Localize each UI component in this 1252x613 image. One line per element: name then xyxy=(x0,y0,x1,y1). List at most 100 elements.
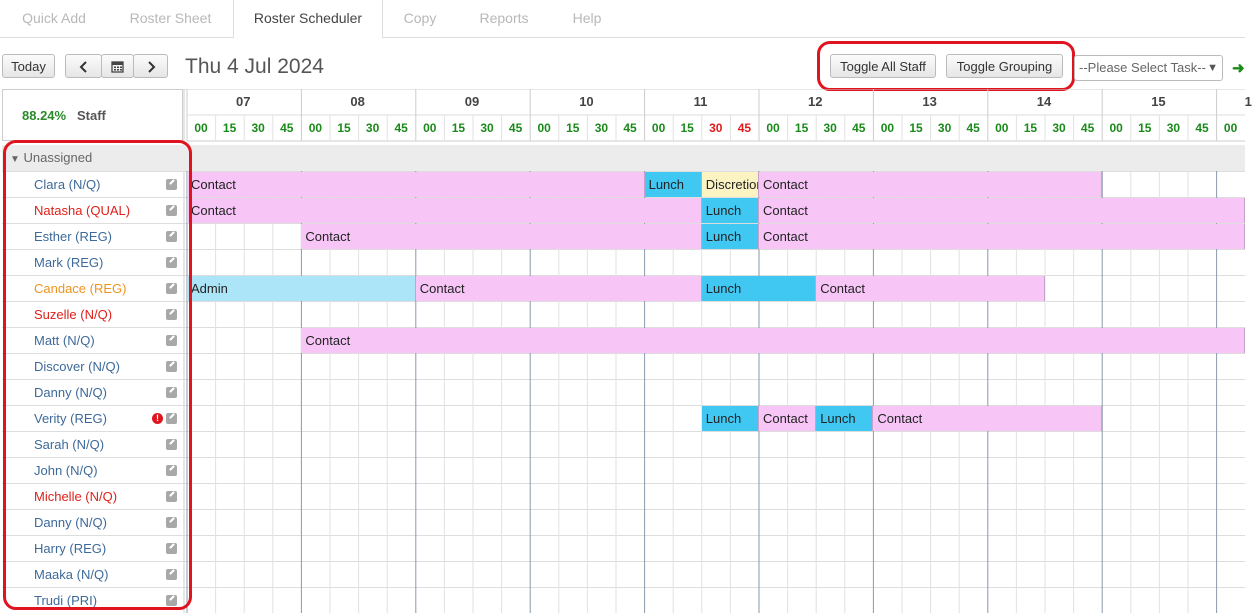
edit-icon[interactable] xyxy=(166,413,177,424)
warning-icon[interactable]: ! xyxy=(152,413,163,424)
shift-lunch[interactable]: Lunch xyxy=(701,224,759,249)
calendar-button[interactable] xyxy=(101,54,134,78)
staff-name[interactable]: Discover (N/Q) xyxy=(34,359,120,374)
staff-name[interactable]: Trudi (PRI) xyxy=(34,593,97,608)
hour-label: 16 xyxy=(1244,94,1252,109)
staff-name[interactable]: Michelle (N/Q) xyxy=(34,489,117,504)
shift-contact[interactable]: Contact xyxy=(301,224,702,249)
quarter-label: 15 xyxy=(451,121,466,135)
edit-icon[interactable] xyxy=(166,595,177,606)
staff-name[interactable]: Suzelle (N/Q) xyxy=(34,307,112,322)
staff-name[interactable]: Sarah (N/Q) xyxy=(34,437,104,452)
edit-icon[interactable] xyxy=(166,387,177,398)
shift-discretionary[interactable]: Discretionary xyxy=(701,172,759,197)
edit-icon[interactable] xyxy=(166,517,177,528)
shift-lunch[interactable]: Lunch xyxy=(701,276,817,301)
edit-icon[interactable] xyxy=(166,491,177,502)
hour-label: 15 xyxy=(1151,94,1166,109)
tab-copy[interactable]: Copy xyxy=(392,0,448,36)
staff-name[interactable]: Natasha (QUAL) xyxy=(34,203,130,218)
staff-name[interactable]: Verity (REG) xyxy=(34,411,107,426)
staff-name[interactable]: Candace (REG) xyxy=(34,281,126,296)
tab-quick-add[interactable]: Quick Add xyxy=(5,0,103,36)
shift-contact[interactable]: Contact xyxy=(759,198,1245,223)
edit-icon[interactable] xyxy=(166,361,177,372)
quarter-label: 45 xyxy=(394,121,408,135)
tab-roster-scheduler[interactable]: Roster Scheduler xyxy=(233,0,383,38)
quarter-label: 15 xyxy=(1138,121,1152,135)
shift-contact[interactable]: Contact xyxy=(187,172,645,197)
staff-name[interactable]: Maaka (N/Q) xyxy=(34,567,108,582)
staff-name[interactable]: John (N/Q) xyxy=(34,463,98,478)
shift-contact[interactable]: Contact xyxy=(415,276,702,301)
today-button[interactable]: Today xyxy=(2,54,55,78)
quarter-label: 45 xyxy=(1080,121,1095,135)
group-row-unassigned[interactable]: ▼ Unassigned xyxy=(2,145,1245,171)
quarter-label: 15 xyxy=(337,121,351,135)
edit-icon[interactable] xyxy=(166,309,177,320)
shift-contact[interactable]: Contact xyxy=(873,406,1103,431)
tab-roster-sheet[interactable]: Roster Sheet xyxy=(118,0,223,36)
quarter-label: 45 xyxy=(623,121,637,135)
tab-reports[interactable]: Reports xyxy=(468,0,540,36)
edit-icon[interactable] xyxy=(166,543,177,554)
staff-name[interactable]: Clara (N/Q) xyxy=(34,177,100,192)
quarter-label: 00 xyxy=(1223,121,1238,135)
quarter-label: 30 xyxy=(594,121,609,135)
shift-admin[interactable]: Admin xyxy=(187,276,416,301)
edit-icon[interactable] xyxy=(166,257,177,268)
edit-icon[interactable] xyxy=(166,335,177,346)
staff-name[interactable]: Danny (N/Q) xyxy=(34,385,107,400)
shift-contact[interactable]: Contact xyxy=(759,172,1103,197)
toggle-grouping-button[interactable]: Toggle Grouping xyxy=(946,54,1063,78)
edit-icon[interactable] xyxy=(166,179,177,190)
shift-lunch[interactable]: Lunch xyxy=(816,406,874,431)
shift-lunch[interactable]: Lunch xyxy=(701,406,759,431)
quarter-label: 00 xyxy=(537,121,551,135)
quarter-label: 00 xyxy=(995,121,1009,135)
edit-icon[interactable] xyxy=(166,439,177,450)
chevron-down-icon: ▼ xyxy=(1207,62,1218,74)
edit-icon[interactable] xyxy=(166,283,177,294)
edit-icon[interactable] xyxy=(166,231,177,242)
chevron-right-icon xyxy=(147,61,155,73)
quarter-label: 15 xyxy=(794,121,809,135)
task-select-value: --Please Select Task-- xyxy=(1079,60,1206,75)
calendar-icon xyxy=(111,61,124,73)
prev-day-button[interactable] xyxy=(65,54,102,78)
toggle-all-staff-button[interactable]: Toggle All Staff xyxy=(830,54,936,78)
shift-contact[interactable]: Contact xyxy=(301,328,1245,353)
hour-label: 10 xyxy=(579,94,594,109)
staff-header-label: Staff xyxy=(77,108,106,123)
edit-icon[interactable] xyxy=(166,569,177,580)
edit-icon[interactable] xyxy=(166,465,177,476)
quarter-label: 00 xyxy=(880,121,895,135)
staff-name[interactable]: Matt (N/Q) xyxy=(34,333,95,348)
quarter-label: 00 xyxy=(194,121,208,135)
staff-name[interactable]: Danny (N/Q) xyxy=(34,515,107,530)
triangle-down-icon: ▼ xyxy=(10,154,20,165)
staff-name[interactable]: Mark (REG) xyxy=(34,255,103,270)
hour-label: 09 xyxy=(464,94,480,109)
hour-label: 12 xyxy=(808,94,823,109)
shift-lunch[interactable]: Lunch xyxy=(644,172,702,197)
quarter-label: 30 xyxy=(1052,121,1066,135)
task-select[interactable]: --Please Select Task-- ▼ xyxy=(1074,55,1223,81)
quarter-label: 00 xyxy=(308,121,323,135)
hour-label: 07 xyxy=(236,94,251,109)
arrow-right-icon[interactable]: ➜ xyxy=(1232,59,1245,77)
shift-contact[interactable]: Contact xyxy=(187,198,702,223)
quarter-label: 15 xyxy=(909,121,923,135)
shift-contact[interactable]: Contact xyxy=(759,224,1245,249)
tab-help[interactable]: Help xyxy=(560,0,614,36)
group-label: ▼ Unassigned xyxy=(10,150,92,165)
staff-name[interactable]: Esther (REG) xyxy=(34,229,112,244)
quarter-label: 45 xyxy=(966,121,980,135)
edit-icon[interactable] xyxy=(166,205,177,216)
shift-lunch[interactable]: Lunch xyxy=(701,198,759,223)
shift-contact[interactable]: Contact xyxy=(759,406,817,431)
staff-name[interactable]: Harry (REG) xyxy=(34,541,106,556)
next-day-button[interactable] xyxy=(133,54,168,78)
shift-contact[interactable]: Contact xyxy=(816,276,1045,301)
quarter-label: 30 xyxy=(1166,121,1181,135)
